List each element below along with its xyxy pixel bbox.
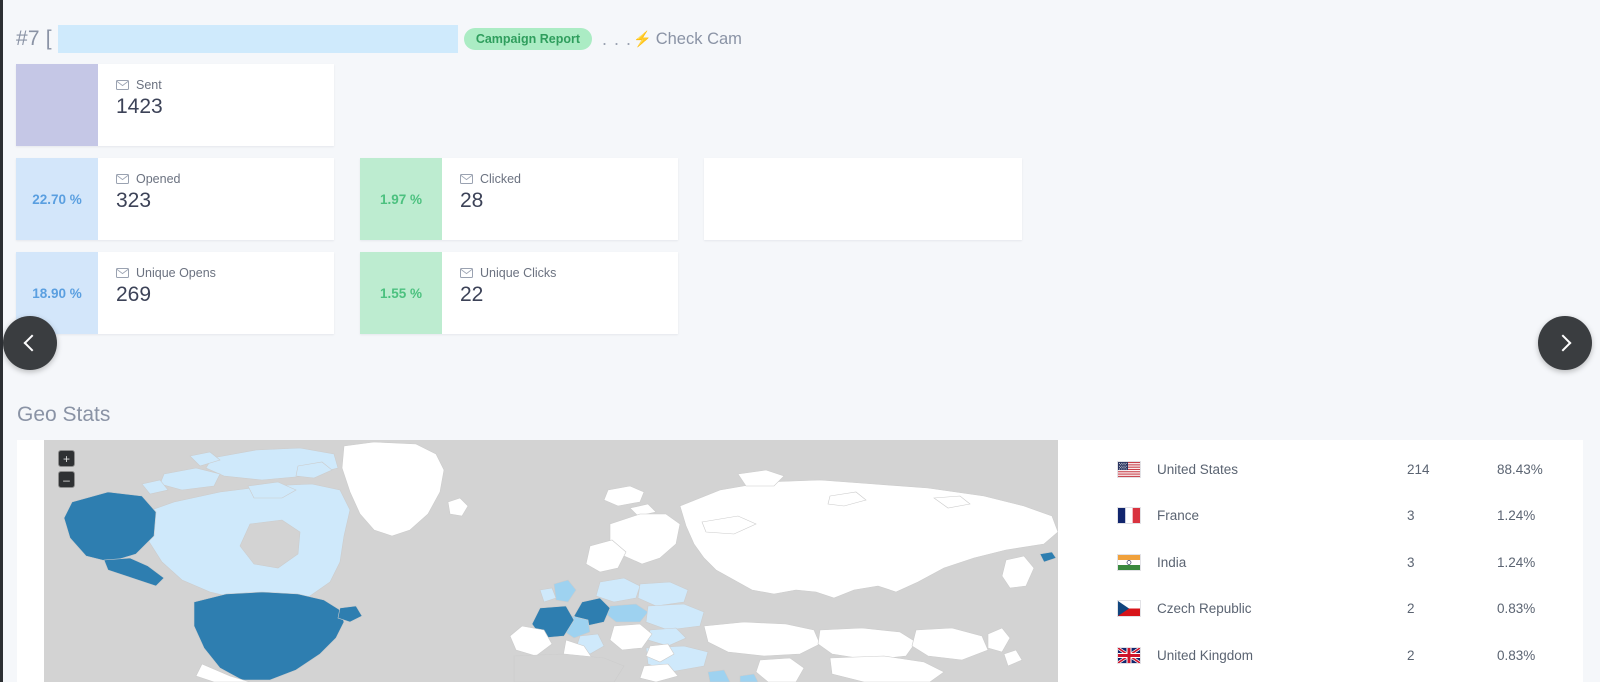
stat-label-unique-clicks: Unique Clicks <box>480 266 557 280</box>
country-count: 214 <box>1407 461 1430 477</box>
stat-card-sent[interactable]: Sent 1423 <box>16 64 334 146</box>
table-row[interactable]: France 3 1.24% <box>1117 493 1577 540</box>
stat-body-unique-clicks: Unique Clicks 22 <box>442 252 678 334</box>
envelope-icon <box>116 80 129 90</box>
bolt-icon: ⚡ <box>633 31 652 48</box>
stat-percent-clicked: 1.97 % <box>360 158 442 240</box>
stat-label-unique-opens: Unique Opens <box>136 266 216 280</box>
stat-label-sent: Sent <box>136 78 162 92</box>
stat-percent-opened: 22.70 % <box>16 158 98 240</box>
flag-fr-icon <box>1117 507 1141 525</box>
country-name: United States <box>1157 461 1239 477</box>
chevron-left-icon <box>23 334 41 352</box>
check-campaign-link[interactable]: Check Cam <box>656 30 742 49</box>
envelope-icon <box>460 174 473 184</box>
ellipsis-icon: . . . <box>602 29 633 49</box>
stat-label-row-opened: Opened <box>116 172 334 186</box>
stat-label-row-unique-clicks: Unique Clicks <box>460 266 678 280</box>
stats-row-1: Sent 1423 <box>16 64 1022 146</box>
card-gap <box>334 252 360 334</box>
stat-label-row-unique-opens: Unique Opens <box>116 266 334 280</box>
campaign-report-page: #7 [ Campaign Report . . . ⚡ Check Cam S… <box>0 0 1600 682</box>
flag-us-icon <box>1117 460 1141 478</box>
stats-row-2: 22.70 % Opened 323 1.97 % Clicked 28 <box>16 158 1022 240</box>
country-name: United Kingdom <box>1157 647 1254 663</box>
card-gap <box>334 158 360 240</box>
stat-body-unique-opens: Unique Opens 269 <box>98 252 334 334</box>
stat-card-unique-opens[interactable]: 18.90 % Unique Opens 269 <box>16 252 334 334</box>
stat-label-opened: Opened <box>136 172 181 186</box>
envelope-icon <box>116 174 129 184</box>
status-badge: Campaign Report <box>463 28 593 50</box>
table-row[interactable]: Czech Republic 2 0.83% <box>1117 586 1577 633</box>
country-name: India <box>1157 554 1187 570</box>
country-stats-list: United States 214 88.43% France 3 1.24% <box>1117 446 1577 679</box>
stat-label-row-sent: Sent <box>116 78 334 92</box>
page-title: #7 [ <box>16 27 52 50</box>
stats-cards: Sent 1423 22.70 % Opened 323 1.97 % Clic… <box>16 64 1022 346</box>
stat-body-sent: Sent 1423 <box>98 64 334 146</box>
stat-label-clicked: Clicked <box>480 172 521 186</box>
flag-cz-icon <box>1117 600 1141 618</box>
stat-value-sent: 1423 <box>116 95 163 118</box>
stat-value-clicked: 28 <box>460 189 484 212</box>
header-title-row: #7 [ Campaign Report . . . ⚡ Check Cam <box>16 24 742 54</box>
country-percent: 1.24% <box>1497 554 1536 570</box>
card-gap <box>678 158 704 240</box>
flag-gb-icon <box>1117 646 1141 664</box>
stat-value-unique-clicks: 22 <box>460 283 484 306</box>
page-left-edge <box>0 0 3 682</box>
stat-percent-unique-clicks: 1.55 % <box>360 252 442 334</box>
map-zoom-out-button[interactable]: – <box>58 471 75 488</box>
chevron-right-icon <box>1554 334 1572 352</box>
country-name: France <box>1157 508 1200 524</box>
stat-body-clicked: Clicked 28 <box>442 158 678 240</box>
stat-value-opened: 323 <box>116 189 152 212</box>
envelope-icon <box>460 268 473 278</box>
country-percent: 0.83% <box>1497 601 1536 617</box>
report-header: #7 [ Campaign Report . . . ⚡ Check Cam <box>0 12 1600 64</box>
stat-card-unique-clicks[interactable]: 1.55 % Unique Clicks 22 <box>360 252 678 334</box>
country-percent: 0.83% <box>1497 647 1536 663</box>
carousel-prev-button[interactable] <box>3 316 57 370</box>
stats-row-3: 18.90 % Unique Opens 269 1.55 % Unique C… <box>16 252 1022 334</box>
country-name: Czech Republic <box>1157 601 1252 617</box>
geo-stats-panel: + – United States 214 88.43% France 3 1.… <box>17 440 1583 682</box>
campaign-name-redacted <box>57 25 458 53</box>
map-svg <box>44 440 1058 682</box>
geo-stats-title: Geo Stats <box>17 403 111 426</box>
stat-card-opened[interactable]: 22.70 % Opened 323 <box>16 158 334 240</box>
country-count: 3 <box>1407 554 1415 570</box>
country-count: 2 <box>1407 601 1415 617</box>
table-row[interactable]: United States 214 88.43% <box>1117 446 1577 493</box>
map-zoom-in-button[interactable]: + <box>58 450 75 467</box>
country-count: 3 <box>1407 508 1415 524</box>
stat-percent-sent <box>16 64 98 146</box>
stat-card-empty <box>704 158 1022 240</box>
envelope-icon <box>116 268 129 278</box>
world-map[interactable]: + – <box>44 440 1058 682</box>
table-row[interactable]: India 3 1.24% <box>1117 539 1577 586</box>
country-count: 2 <box>1407 647 1415 663</box>
country-percent: 1.24% <box>1497 508 1536 524</box>
stat-value-unique-opens: 269 <box>116 283 152 306</box>
country-percent: 88.43% <box>1497 461 1543 477</box>
flag-in-icon <box>1117 553 1141 571</box>
table-row[interactable]: United Kingdom 2 0.83% <box>1117 632 1577 679</box>
stat-card-clicked[interactable]: 1.97 % Clicked 28 <box>360 158 678 240</box>
carousel-next-button[interactable] <box>1538 316 1592 370</box>
map-zoom-controls: + – <box>58 450 75 492</box>
stat-label-row-clicked: Clicked <box>460 172 678 186</box>
stat-body-opened: Opened 323 <box>98 158 334 240</box>
